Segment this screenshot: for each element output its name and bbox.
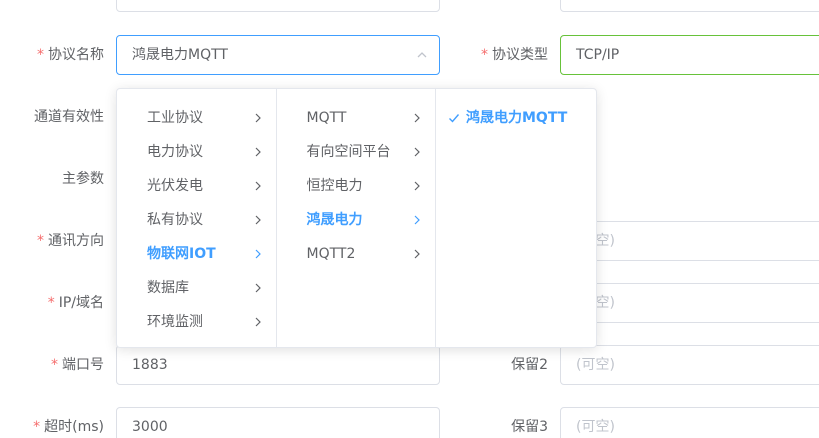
timeout-value: 3000 — [132, 419, 168, 435]
cascader-item-label: 数据库 — [147, 280, 189, 296]
cascader-item-label: 鸿晟电力 — [306, 212, 363, 228]
required-mark: * — [51, 357, 58, 373]
chevron-right-icon — [255, 283, 261, 293]
cascader-item-label: 光伏发电 — [147, 178, 203, 194]
reserve2-label: 保留2 — [511, 357, 548, 373]
cascader-item-label: 工业协议 — [147, 110, 203, 126]
cascader-item-label: 有向空间平台 — [306, 144, 391, 160]
cascader-item-label: 物联网IOT — [147, 246, 216, 262]
cascader-item[interactable]: 数据库 — [117, 271, 276, 305]
cascader-item[interactable]: 工业协议 — [117, 101, 276, 135]
cascader-item[interactable]: 恒控电力 — [277, 169, 436, 203]
timeout-input[interactable]: 3000 — [116, 407, 440, 438]
cascader-item[interactable]: 物联网IOT — [117, 237, 276, 271]
cascader-item-label: MQTT2 — [306, 246, 356, 262]
port-input[interactable]: 1883 — [116, 345, 440, 385]
check-icon — [449, 114, 460, 123]
chevron-right-icon — [414, 215, 420, 225]
required-mark: * — [481, 47, 488, 63]
required-mark: * — [37, 47, 44, 63]
cascader-item-label: 电力协议 — [147, 144, 203, 160]
main-params-label: 主参数 — [62, 171, 104, 187]
port-value: 1883 — [132, 357, 168, 373]
reserve2-placeholder: (可空) — [576, 357, 615, 373]
chevron-right-icon — [255, 147, 261, 157]
cascader-item-label: 私有协议 — [147, 212, 203, 228]
cascader-item[interactable]: MQTT — [277, 101, 436, 135]
top-right-input[interactable] — [560, 0, 819, 12]
cascader-item[interactable]: 电力协议 — [117, 135, 276, 169]
chevron-right-icon — [255, 113, 261, 123]
chevron-right-icon — [255, 317, 261, 327]
cascader-dropdown: 工业协议电力协议光伏发电私有协议物联网IOT 数据库环境监测 MQTT 有向空间平台… — [116, 88, 597, 348]
reserve2-input[interactable]: (可空) — [560, 345, 819, 385]
cascader-item[interactable]: 环境监测 — [117, 305, 276, 339]
chevron-right-icon — [414, 113, 420, 123]
port-label: * 端口号 — [51, 357, 104, 373]
cascader-item-label: 恒控电力 — [306, 178, 363, 194]
cascader-item[interactable]: 光伏发电 — [117, 169, 276, 203]
cascader-menu-level3: 鸿晟电力MQTT — [436, 89, 596, 347]
cascader-item-label: 鸿晟电力MQTT — [466, 110, 568, 126]
required-mark: * — [33, 419, 41, 435]
protocol-type-input[interactable]: TCP/IP — [560, 35, 819, 75]
comm-direction-input[interactable]: (可空) — [560, 221, 819, 261]
protocol-type-label: * 协议类型 — [481, 47, 548, 63]
chevron-right-icon — [255, 215, 261, 225]
chevron-right-icon — [255, 249, 261, 259]
ip-domain-label: * IP/域名 — [47, 295, 104, 311]
channel-validity-label: 通道有效性 — [34, 109, 104, 125]
chevron-right-icon — [414, 181, 420, 191]
ip-domain-input[interactable]: (可空) — [560, 283, 819, 323]
required-mark: * — [37, 233, 44, 249]
cascader-item-label: MQTT — [306, 110, 347, 126]
reserve3-label: 保留3 — [511, 419, 548, 435]
timeout-label: * 超时(ms) — [33, 419, 104, 435]
top-left-input[interactable] — [116, 0, 440, 12]
cascader-item[interactable]: MQTT2 — [277, 237, 436, 271]
comm-direction-label: * 通讯方向 — [37, 233, 104, 249]
protocol-name-label: * 协议名称 — [37, 47, 104, 63]
chevron-right-icon — [414, 249, 420, 259]
required-mark: * — [47, 295, 55, 311]
protocol-name-value: 鸿晟电力MQTT — [132, 47, 228, 63]
cascader-item[interactable]: 私有协议 — [117, 203, 276, 237]
protocol-name-select[interactable]: 鸿晟电力MQTT — [116, 35, 440, 75]
reserve3-input[interactable]: (可空) — [560, 407, 819, 438]
chevron-right-icon — [255, 181, 261, 191]
cascader-item[interactable]: 有向空间平台 — [277, 135, 436, 169]
protocol-type-value: TCP/IP — [576, 47, 620, 63]
cascader-item-label: 环境监测 — [147, 314, 203, 330]
cascader-menu-level1: 工业协议电力协议光伏发电私有协议物联网IOT 数据库环境监测 — [117, 89, 277, 347]
reserve3-placeholder: (可空) — [576, 419, 615, 435]
cascader-item[interactable]: 鸿晟电力 — [277, 203, 436, 237]
chevron-up-icon — [417, 52, 427, 58]
chevron-right-icon — [414, 147, 420, 157]
cascader-menu-level2: MQTT 有向空间平台 恒控电力鸿晟电力 MQTT2 — [277, 89, 436, 347]
cascader-item[interactable]: 鸿晟电力MQTT — [436, 101, 596, 135]
